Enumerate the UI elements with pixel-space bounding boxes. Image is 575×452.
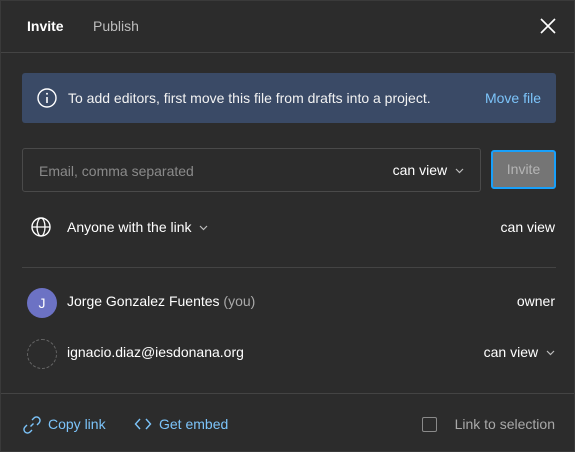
person-role: owner <box>516 293 555 309</box>
link-access-row: Anyone with the link can view <box>1 213 574 243</box>
invite-permission-label: can view <box>392 162 448 178</box>
share-dialog: Invite Publish To add editors, first mov… <box>0 0 575 452</box>
divider <box>22 267 556 268</box>
tab-invite[interactable]: Invite <box>27 18 64 34</box>
code-icon <box>134 418 152 430</box>
person-row: J Jorge Gonzalez Fuentes (you) owner <box>1 287 574 318</box>
invite-button[interactable]: Invite <box>491 150 556 189</box>
globe-icon <box>31 217 51 237</box>
copy-link-button[interactable]: Copy link <box>22 416 106 434</box>
copy-link-label: Copy link <box>48 416 106 432</box>
invite-field: can view <box>22 148 481 192</box>
person-email: ignacio.diaz@iesdonana.org <box>67 344 244 360</box>
you-label: (you) <box>223 293 256 309</box>
link-to-selection-label: Link to selection <box>454 416 555 432</box>
dialog-header: Invite Publish <box>1 1 574 53</box>
avatar: J <box>27 288 57 318</box>
info-banner: To add editors, first move this file fro… <box>22 73 556 123</box>
get-embed-button[interactable]: Get embed <box>134 416 228 432</box>
close-icon[interactable] <box>539 17 557 35</box>
move-file-link[interactable]: Move file <box>485 90 541 106</box>
chevron-down-icon <box>455 168 464 174</box>
person-name-text: Jorge Gonzalez Fuentes <box>67 293 220 309</box>
link-permission-select[interactable]: can view <box>501 219 555 235</box>
person-permission-label: can view <box>483 344 539 360</box>
email-input[interactable] <box>39 161 359 181</box>
person-row: ignacio.diaz@iesdonana.org can view <box>1 338 574 369</box>
chevron-down-icon <box>546 350 555 356</box>
avatar-placeholder <box>27 339 57 369</box>
invite-permission-select[interactable]: can view <box>393 162 464 178</box>
person-name: Jorge Gonzalez Fuentes (you) <box>67 293 255 309</box>
link-access-select[interactable]: Anyone with the link <box>67 219 208 235</box>
banner-message: To add editors, first move this file fro… <box>68 90 431 106</box>
chevron-down-icon <box>199 225 208 231</box>
dialog-footer: Copy link Get embed Link to selection <box>1 393 574 451</box>
get-embed-label: Get embed <box>159 416 229 432</box>
person-permission-select[interactable]: can view <box>484 344 555 360</box>
link-icon <box>23 416 41 434</box>
link-to-selection-checkbox[interactable] <box>422 417 437 432</box>
tab-publish[interactable]: Publish <box>93 18 139 34</box>
info-icon <box>37 88 57 108</box>
link-access-label: Anyone with the link <box>67 219 192 235</box>
